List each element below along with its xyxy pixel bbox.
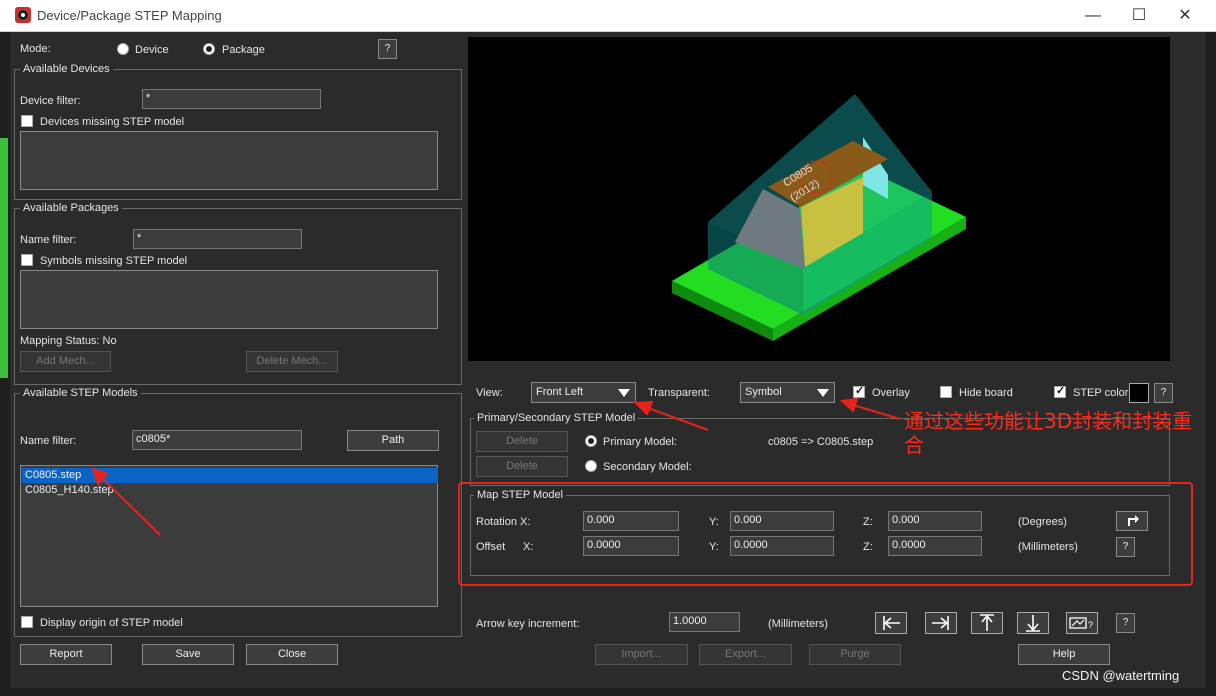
annotation-text: 通过这些功能让3D封装和封装重合	[904, 409, 1193, 457]
watermark: CSDN @watertming	[1062, 668, 1180, 683]
annotation-arrows	[91, 397, 901, 536]
